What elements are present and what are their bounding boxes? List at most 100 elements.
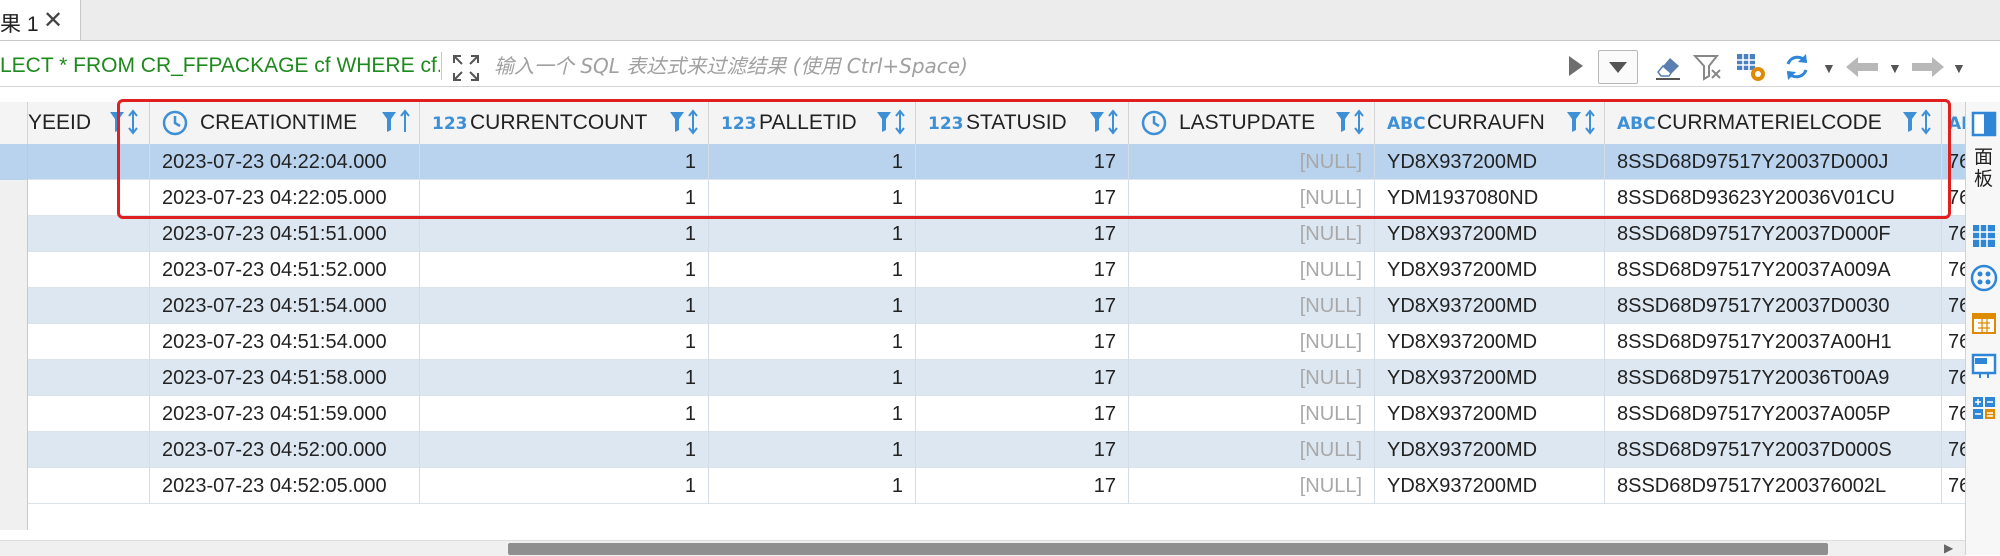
filter-sort-icon[interactable] — [668, 108, 702, 138]
column-header-curraufn[interactable]: ABC CURRAUFN — [1375, 102, 1605, 144]
cell-statusid[interactable]: 17 — [916, 396, 1129, 432]
cell-currmaterielcode[interactable]: 8SSD68D97517Y20036T00A9 — [1605, 360, 1942, 396]
cell-yeeid[interactable] — [28, 216, 150, 252]
cell-palletid[interactable]: 1 — [709, 468, 916, 504]
cell-next[interactable]: 76 — [1942, 216, 1965, 252]
back-arrow-icon[interactable] — [1842, 52, 1882, 82]
funnel-clear-icon[interactable] — [1692, 52, 1724, 82]
filter-sort-icon[interactable] — [1565, 108, 1599, 138]
column-header-yeeid[interactable]: YEEID — [28, 102, 150, 144]
cell-next[interactable]: 76 — [1942, 432, 1965, 468]
cell-lastupdate[interactable]: [NULL] — [1129, 288, 1375, 324]
filter-sort-icon[interactable] — [875, 108, 909, 138]
cell-currentcount[interactable]: 1 — [420, 468, 709, 504]
cell-creationtime[interactable]: 2023-07-23 04:51:59.000 — [150, 396, 420, 432]
row-number[interactable] — [0, 216, 28, 252]
row-number[interactable] — [0, 180, 28, 216]
cell-lastupdate[interactable]: [NULL] — [1129, 180, 1375, 216]
cell-palletid[interactable]: 1 — [709, 360, 916, 396]
filter-sort-icon[interactable] — [1334, 108, 1368, 138]
cell-statusid[interactable]: 17 — [916, 432, 1129, 468]
row-number[interactable] — [0, 144, 28, 180]
cell-lastupdate[interactable]: [NULL] — [1129, 360, 1375, 396]
cell-palletid[interactable]: 1 — [709, 324, 916, 360]
cell-palletid[interactable]: 1 — [709, 144, 916, 180]
row-number[interactable] — [0, 252, 28, 288]
table-row[interactable]: 2023-07-23 04:51:52.000 1 1 17 [NULL] YD… — [0, 252, 1965, 288]
erase-filter-icon[interactable] — [1652, 52, 1684, 82]
refresh-icon[interactable] — [1780, 50, 1814, 84]
column-header-palletid[interactable]: 123 PALLETID — [709, 102, 916, 144]
cell-lastupdate[interactable]: [NULL] — [1129, 432, 1375, 468]
filter-expression-input[interactable] — [492, 48, 1596, 84]
panel-icon[interactable] — [1970, 110, 1998, 138]
cell-curraufn[interactable]: YD8X937200MD — [1375, 468, 1605, 504]
cell-next[interactable]: 76 — [1942, 396, 1965, 432]
cell-statusid[interactable]: 17 — [916, 252, 1129, 288]
cell-palletid[interactable]: 1 — [709, 396, 916, 432]
calculator-icon[interactable] — [1970, 394, 1998, 422]
cell-creationtime[interactable]: 2023-07-23 04:51:58.000 — [150, 360, 420, 396]
row-number[interactable] — [0, 360, 28, 396]
table-row[interactable]: 2023-07-23 04:51:58.000 1 1 17 [NULL] YD… — [0, 360, 1965, 396]
cell-next[interactable]: 76 — [1942, 252, 1965, 288]
cell-curraufn[interactable]: YD8X937200MD — [1375, 288, 1605, 324]
forward-arrow-icon[interactable] — [1908, 52, 1948, 82]
cell-statusid[interactable]: 17 — [916, 216, 1129, 252]
calendar-icon[interactable] — [1970, 308, 1998, 336]
cell-statusid[interactable]: 17 — [916, 144, 1129, 180]
table-row[interactable]: 2023-07-23 04:51:54.000 1 1 17 [NULL] YD… — [0, 324, 1965, 360]
cell-statusid[interactable]: 17 — [916, 360, 1129, 396]
table-row[interactable]: 2023-07-23 04:22:05.000 1 1 17 [NULL] YD… — [0, 180, 1965, 216]
dots-icon[interactable] — [1970, 264, 1998, 292]
cell-currmaterielcode[interactable]: 8SSD68D97517Y20037A009A — [1605, 252, 1942, 288]
filter-sort-icon[interactable] — [1901, 108, 1935, 138]
row-number[interactable] — [0, 288, 28, 324]
cell-curraufn[interactable]: YD8X937200MD — [1375, 324, 1605, 360]
column-header-lastupdate[interactable]: LASTUPDATE — [1129, 102, 1375, 144]
cell-palletid[interactable]: 1 — [709, 288, 916, 324]
cell-currentcount[interactable]: 1 — [420, 180, 709, 216]
cell-lastupdate[interactable]: [NULL] — [1129, 252, 1375, 288]
cell-statusid[interactable]: 17 — [916, 324, 1129, 360]
cell-statusid[interactable]: 17 — [916, 180, 1129, 216]
cell-currmaterielcode[interactable]: 8SSD68D97517Y20037A005P — [1605, 396, 1942, 432]
cell-creationtime[interactable]: 2023-07-23 04:51:52.000 — [150, 252, 420, 288]
cell-currentcount[interactable]: 1 — [420, 324, 709, 360]
cell-currentcount[interactable]: 1 — [420, 216, 709, 252]
cell-curraufn[interactable]: YD8X937200MD — [1375, 432, 1605, 468]
cell-lastupdate[interactable]: [NULL] — [1129, 324, 1375, 360]
cell-creationtime[interactable]: 2023-07-23 04:51:51.000 — [150, 216, 420, 252]
cell-currmaterielcode[interactable]: 8SSD68D97517Y20037D000J — [1605, 144, 1942, 180]
settings-icon[interactable] — [1734, 50, 1768, 84]
cell-curraufn[interactable]: YD8X937200MD — [1375, 216, 1605, 252]
cell-currmaterielcode[interactable]: 8SSD68D97517Y20037A00H1 — [1605, 324, 1942, 360]
cell-currentcount[interactable]: 1 — [420, 252, 709, 288]
column-header-currentcount[interactable]: 123 CURRENTCOUNT — [420, 102, 709, 144]
cell-lastupdate[interactable]: [NULL] — [1129, 144, 1375, 180]
cell-currentcount[interactable]: 1 — [420, 432, 709, 468]
cell-creationtime[interactable]: 2023-07-23 04:22:04.000 — [150, 144, 420, 180]
cell-next[interactable]: 76 — [1942, 288, 1965, 324]
layout-icon[interactable] — [1970, 352, 1998, 380]
cell-yeeid[interactable] — [28, 360, 150, 396]
cell-next[interactable]: 76 — [1942, 324, 1965, 360]
cell-currmaterielcode[interactable]: 8SSD68D97517Y20037D000S — [1605, 432, 1942, 468]
cell-creationtime[interactable]: 2023-07-23 04:52:05.000 — [150, 468, 420, 504]
history-dropdown-icon[interactable] — [1598, 50, 1638, 84]
cell-creationtime[interactable]: 2023-07-23 04:51:54.000 — [150, 288, 420, 324]
filter-sort-icon[interactable] — [1088, 108, 1122, 138]
table-row[interactable]: 2023-07-23 04:51:51.000 1 1 17 [NULL] YD… — [0, 216, 1965, 252]
cell-yeeid[interactable] — [28, 180, 150, 216]
tab-result-1[interactable]: 果 1 ✕ — [0, 0, 81, 40]
cell-currentcount[interactable]: 1 — [420, 144, 709, 180]
cell-yeeid[interactable] — [28, 396, 150, 432]
cell-yeeid[interactable] — [28, 432, 150, 468]
chevron-down-icon[interactable]: ▼ — [1822, 60, 1836, 76]
cell-creationtime[interactable]: 2023-07-23 04:51:54.000 — [150, 324, 420, 360]
panel-label[interactable]: 面板 — [1974, 146, 1996, 190]
run-icon[interactable] — [1565, 54, 1587, 78]
table-row[interactable]: 2023-07-23 04:22:04.000 1 1 17 [NULL] YD… — [0, 144, 1965, 180]
table-row[interactable]: 2023-07-23 04:52:00.000 1 1 17 [NULL] YD… — [0, 432, 1965, 468]
cell-statusid[interactable]: 17 — [916, 288, 1129, 324]
